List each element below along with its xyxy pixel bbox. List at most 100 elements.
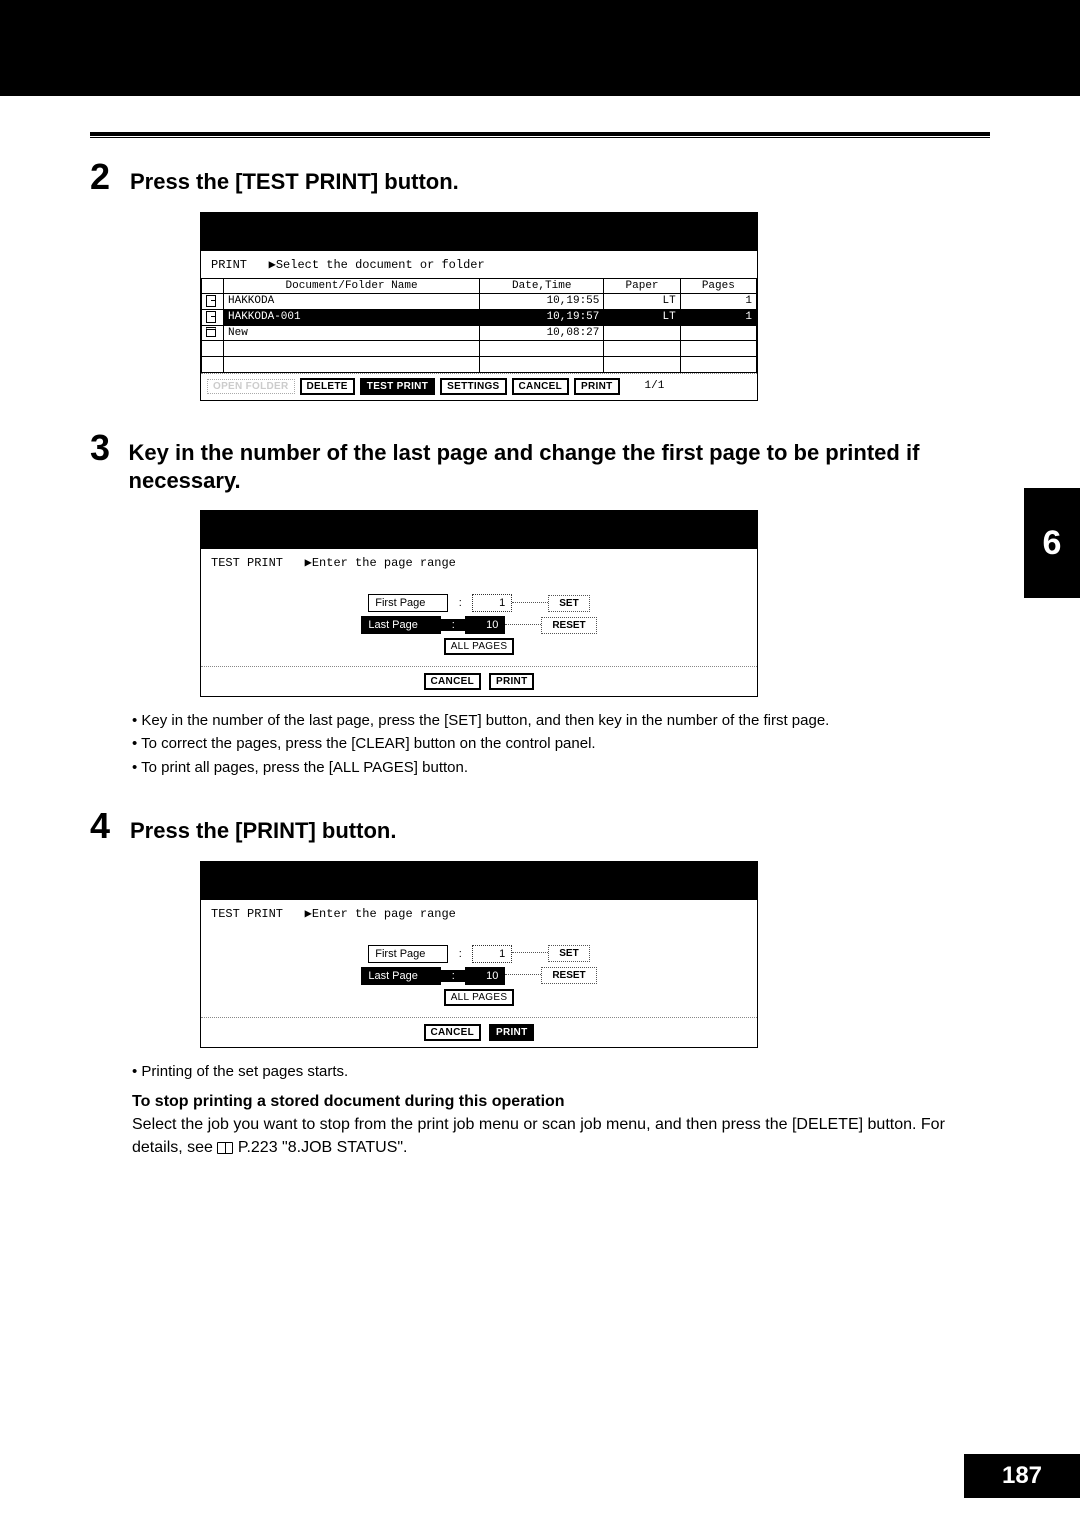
first-page-value[interactable]: 1 <box>472 594 512 612</box>
set-button[interactable]: SET <box>548 595 589 612</box>
colon: : <box>441 970 465 982</box>
reset-button[interactable]: RESET <box>541 617 596 634</box>
section-rule <box>90 132 990 138</box>
folder-icon <box>206 327 216 337</box>
screen-prompt: PRINT ▶Select the document or folder <box>201 251 757 278</box>
top-black-band <box>0 0 1080 96</box>
first-page-row: First Page : 1 SET <box>211 594 747 612</box>
delete-button[interactable]: DELETE <box>300 378 355 395</box>
page-content: 2 Press the [TEST PRINT] button. PRINT ▶… <box>90 156 990 1159</box>
col-icon <box>202 279 224 294</box>
bottom-button-row: CANCEL PRINT <box>201 666 757 696</box>
step-title: Key in the number of the last page and c… <box>129 439 990 496</box>
connector-line <box>505 974 541 975</box>
step-2: 2 Press the [TEST PRINT] button. PRINT ▶… <box>90 156 990 401</box>
connector-line <box>505 624 541 625</box>
chapter-tab: 6 <box>1024 488 1080 598</box>
prompt-mode: TEST PRINT <box>211 556 283 570</box>
screen-header-bar <box>201 213 757 251</box>
note-item: Key in the number of the last page, pres… <box>132 709 990 732</box>
cell-pages: 1 <box>680 309 756 325</box>
stop-heading: To stop printing a stored document durin… <box>132 1093 990 1111</box>
last-page-label: Last Page <box>361 967 441 985</box>
note-item: To print all pages, press the [ALL PAGES… <box>132 756 990 779</box>
table-row[interactable]: HAKKODA 10,19:55 LT 1 <box>202 294 757 310</box>
table-row[interactable]: HAKKODA-001 10,19:57 LT 1 <box>202 309 757 325</box>
cell-pages: 1 <box>680 294 756 310</box>
open-folder-button[interactable]: OPEN FOLDER <box>207 379 295 394</box>
step-title: Press the [TEST PRINT] button. <box>130 168 459 197</box>
last-page-value[interactable]: 10 <box>465 967 505 985</box>
test-print-screen: TEST PRINT ▶Enter the page range First P… <box>200 510 758 697</box>
colon: : <box>441 619 465 631</box>
stop-text-b: P.223 "8.JOB STATUS". <box>238 1139 408 1156</box>
step-number: 2 <box>90 156 118 198</box>
col-name: Document/Folder Name <box>224 279 480 294</box>
print-button[interactable]: PRINT <box>574 378 620 395</box>
last-page-value[interactable]: 10 <box>465 616 505 634</box>
button-row: OPEN FOLDER DELETE TEST PRINT SETTINGS C… <box>201 373 757 400</box>
last-page-row: Last Page : 10 RESET <box>211 967 747 985</box>
prompt-text: ▶Enter the page range <box>305 556 456 570</box>
col-paper: Paper <box>604 279 680 294</box>
test-print-button[interactable]: TEST PRINT <box>360 378 435 395</box>
test-print-screen-2: TEST PRINT ▶Enter the page range First P… <box>200 861 758 1048</box>
settings-button[interactable]: SETTINGS <box>440 378 506 395</box>
bottom-button-row: CANCEL PRINT <box>201 1017 757 1047</box>
cancel-button[interactable]: CANCEL <box>512 378 569 395</box>
cancel-button[interactable]: CANCEL <box>424 1024 481 1041</box>
cancel-button[interactable]: CANCEL <box>424 673 481 690</box>
all-pages-button[interactable]: ALL PAGES <box>444 638 515 655</box>
prompt-mode: TEST PRINT <box>211 907 283 921</box>
table-row <box>202 356 757 372</box>
document-icon <box>206 295 216 307</box>
connector-line <box>512 602 548 603</box>
colon: : <box>448 948 472 960</box>
cell-name: New <box>224 325 480 340</box>
note-item: To correct the pages, press the [CLEAR] … <box>132 732 990 755</box>
step-3: 3 Key in the number of the last page and… <box>90 427 990 779</box>
first-page-row: First Page : 1 SET <box>211 945 747 963</box>
table-row <box>202 340 757 356</box>
screen-header-bar <box>201 862 757 900</box>
document-icon <box>206 311 216 323</box>
prompt-text: ▶Select the document or folder <box>269 258 485 272</box>
first-page-value[interactable]: 1 <box>472 945 512 963</box>
set-button[interactable]: SET <box>548 945 589 962</box>
all-pages-button[interactable]: ALL PAGES <box>444 989 515 1006</box>
last-page-label: Last Page <box>361 616 441 634</box>
page-number: 187 <box>964 1454 1080 1498</box>
prompt-text: ▶Enter the page range <box>305 907 456 921</box>
cell-paper: LT <box>604 309 680 325</box>
book-icon <box>217 1142 233 1154</box>
screen-prompt: TEST PRINT ▶Enter the page range <box>201 549 757 576</box>
cell-date: 10,19:57 <box>480 309 604 325</box>
step-3-notes: Key in the number of the last page, pres… <box>132 709 990 779</box>
cell-paper <box>604 325 680 340</box>
document-table: Document/Folder Name Date,Time Paper Pag… <box>201 278 757 373</box>
cell-paper: LT <box>604 294 680 310</box>
cell-pages <box>680 325 756 340</box>
cell-name: HAKKODA-001 <box>224 309 480 325</box>
print-list-screen: PRINT ▶Select the document or folder Doc… <box>200 212 758 401</box>
step-title: Press the [PRINT] button. <box>130 817 396 846</box>
print-button[interactable]: PRINT <box>489 673 535 690</box>
page-indicator: 1/1 <box>645 380 665 392</box>
reset-button[interactable]: RESET <box>541 967 596 984</box>
print-button[interactable]: PRINT <box>489 1024 535 1041</box>
note-item: Printing of the set pages starts. <box>132 1060 990 1083</box>
step-number: 4 <box>90 805 118 847</box>
col-date: Date,Time <box>480 279 604 294</box>
screen-header-bar <box>201 511 757 549</box>
step-4-notes: Printing of the set pages starts. <box>132 1060 990 1083</box>
col-pages: Pages <box>680 279 756 294</box>
table-row[interactable]: New 10,08:27 <box>202 325 757 340</box>
first-page-label: First Page <box>368 945 448 963</box>
form-body: First Page : 1 SET Last Page : 10 RESET … <box>201 927 757 1017</box>
colon: : <box>448 597 472 609</box>
step-number: 3 <box>90 427 117 469</box>
prompt-mode: PRINT <box>211 258 247 272</box>
cell-name: HAKKODA <box>224 294 480 310</box>
stop-body: Select the job you want to stop from the… <box>132 1113 990 1159</box>
screen-prompt: TEST PRINT ▶Enter the page range <box>201 900 757 927</box>
